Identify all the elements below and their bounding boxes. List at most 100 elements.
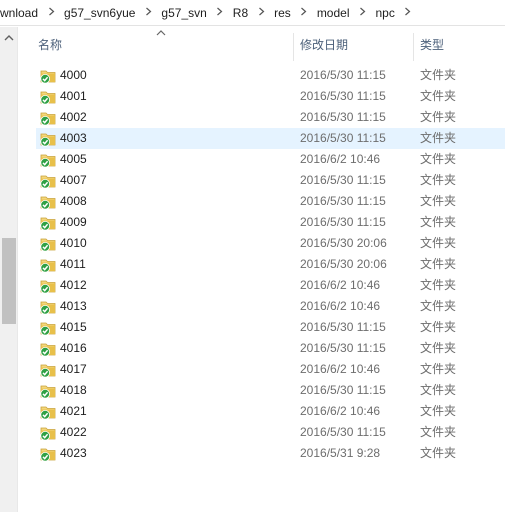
svn-folder-checked-icon xyxy=(40,257,56,273)
item-type: 文件夹 xyxy=(420,425,457,439)
column-header-name[interactable]: 名称 xyxy=(38,27,62,63)
item-name: 4023 xyxy=(60,446,87,460)
item-type: 文件夹 xyxy=(420,110,457,124)
address-bar[interactable]: wnload g57_svn6yue g57_svn R8 res model npc xyxy=(0,0,505,26)
list-item[interactable]: 4018 2016/5/30 11:15 文件夹 xyxy=(36,380,505,401)
item-date: 2016/5/30 11:15 xyxy=(300,425,386,439)
breadcrumb-item[interactable]: res xyxy=(268,0,297,25)
item-name: 4001 xyxy=(60,89,87,103)
chevron-right-icon[interactable] xyxy=(401,0,415,25)
item-name: 4010 xyxy=(60,236,87,250)
svn-folder-checked-icon xyxy=(40,446,56,462)
item-type: 文件夹 xyxy=(420,131,457,145)
column-header: 名称 修改日期 类型 xyxy=(18,27,505,63)
list-item[interactable]: 4022 2016/5/30 11:15 文件夹 xyxy=(36,422,505,443)
file-list: 4000 2016/5/30 11:15 文件夹 4001 2016/5/30 11:1… xyxy=(36,65,505,464)
list-item[interactable]: 4003 2016/5/30 11:15 文件夹 xyxy=(36,128,505,149)
item-date: 2016/5/30 11:15 xyxy=(300,89,386,103)
item-date: 2016/5/30 11:15 xyxy=(300,383,386,397)
column-divider[interactable] xyxy=(413,33,414,61)
item-date: 2016/5/30 11:15 xyxy=(300,131,386,145)
svn-folder-checked-icon xyxy=(40,236,56,252)
item-date: 2016/5/30 11:15 xyxy=(300,341,386,355)
item-type: 文件夹 xyxy=(420,341,457,355)
column-header-type[interactable]: 类型 xyxy=(420,27,444,63)
item-type: 文件夹 xyxy=(420,320,457,334)
item-name: 4018 xyxy=(60,383,87,397)
item-type: 文件夹 xyxy=(420,68,457,82)
item-type: 文件夹 xyxy=(420,362,457,376)
column-header-date[interactable]: 修改日期 xyxy=(300,27,348,63)
item-type: 文件夹 xyxy=(420,446,457,460)
item-name: 4016 xyxy=(60,341,87,355)
item-name: 4012 xyxy=(60,278,87,292)
list-item[interactable]: 4010 2016/5/30 20:06 文件夹 xyxy=(36,233,505,254)
item-name: 4022 xyxy=(60,425,87,439)
svn-folder-checked-icon xyxy=(40,152,56,168)
list-item[interactable]: 4008 2016/5/30 11:15 文件夹 xyxy=(36,191,505,212)
list-item[interactable]: 4013 2016/6/2 10:46 文件夹 xyxy=(36,296,505,317)
breadcrumb-item[interactable]: g57_svn xyxy=(155,0,212,25)
chevron-right-icon[interactable] xyxy=(44,0,58,25)
list-item[interactable]: 4023 2016/5/31 9:28 文件夹 xyxy=(36,443,505,464)
item-name: 4003 xyxy=(60,131,87,145)
breadcrumb-item[interactable]: npc xyxy=(370,0,401,25)
breadcrumb-item[interactable]: g57_svn6yue xyxy=(58,0,141,25)
list-item[interactable]: 4009 2016/5/30 11:15 文件夹 xyxy=(36,212,505,233)
scroll-up-icon[interactable] xyxy=(0,31,18,45)
svn-folder-checked-icon xyxy=(40,89,56,105)
svn-folder-checked-icon xyxy=(40,320,56,336)
item-date: 2016/5/31 9:28 xyxy=(300,446,381,460)
column-divider[interactable] xyxy=(293,33,294,61)
chevron-right-icon[interactable] xyxy=(297,0,311,25)
item-type: 文件夹 xyxy=(420,299,457,313)
svn-folder-checked-icon xyxy=(40,425,56,441)
list-item[interactable]: 4021 2016/6/2 10:46 文件夹 xyxy=(36,401,505,422)
item-date: 2016/6/2 10:46 xyxy=(300,404,381,418)
chevron-right-icon[interactable] xyxy=(356,0,370,25)
svn-folder-checked-icon xyxy=(40,215,56,231)
item-type: 文件夹 xyxy=(420,215,457,229)
vertical-scrollbar[interactable] xyxy=(0,27,18,512)
list-item[interactable]: 4001 2016/5/30 11:15 文件夹 xyxy=(36,86,505,107)
list-item[interactable]: 4012 2016/6/2 10:46 文件夹 xyxy=(36,275,505,296)
item-type: 文件夹 xyxy=(420,383,457,397)
svn-folder-checked-icon xyxy=(40,341,56,357)
item-type: 文件夹 xyxy=(420,404,457,418)
item-date: 2016/6/2 10:46 xyxy=(300,278,381,292)
item-name: 4005 xyxy=(60,152,87,166)
list-item[interactable]: 4005 2016/6/2 10:46 文件夹 xyxy=(36,149,505,170)
item-name: 4021 xyxy=(60,404,87,418)
item-type: 文件夹 xyxy=(420,173,457,187)
svn-folder-checked-icon xyxy=(40,362,56,378)
svn-folder-checked-icon xyxy=(40,131,56,147)
list-item[interactable]: 4015 2016/5/30 11:15 文件夹 xyxy=(36,317,505,338)
svn-folder-checked-icon xyxy=(40,278,56,294)
list-item[interactable]: 4000 2016/5/30 11:15 文件夹 xyxy=(36,65,505,86)
breadcrumb-item[interactable]: model xyxy=(311,0,356,25)
chevron-right-icon[interactable] xyxy=(141,0,155,25)
svn-folder-checked-icon xyxy=(40,383,56,399)
svn-folder-checked-icon xyxy=(40,68,56,84)
item-name: 4007 xyxy=(60,173,87,187)
item-date: 2016/6/2 10:46 xyxy=(300,299,381,313)
list-item[interactable]: 4017 2016/6/2 10:46 文件夹 xyxy=(36,359,505,380)
breadcrumb-item[interactable]: R8 xyxy=(227,0,254,25)
list-item[interactable]: 4016 2016/5/30 11:15 文件夹 xyxy=(36,338,505,359)
item-date: 2016/5/30 11:15 xyxy=(300,110,386,124)
list-item[interactable]: 4007 2016/5/30 11:15 文件夹 xyxy=(36,170,505,191)
item-date: 2016/6/2 10:46 xyxy=(300,362,381,376)
item-type: 文件夹 xyxy=(420,152,457,166)
breadcrumb-item[interactable]: wnload xyxy=(0,0,44,25)
list-item[interactable]: 4011 2016/5/30 20:06 文件夹 xyxy=(36,254,505,275)
chevron-right-icon[interactable] xyxy=(254,0,268,25)
item-name: 4009 xyxy=(60,215,87,229)
item-date: 2016/5/30 11:15 xyxy=(300,173,386,187)
item-date: 2016/5/30 11:15 xyxy=(300,194,386,208)
item-name: 4013 xyxy=(60,299,87,313)
chevron-right-icon[interactable] xyxy=(213,0,227,25)
list-item[interactable]: 4002 2016/5/30 11:15 文件夹 xyxy=(36,107,505,128)
item-type: 文件夹 xyxy=(420,257,457,271)
scrollbar-thumb[interactable] xyxy=(2,238,16,324)
item-date: 2016/5/30 11:15 xyxy=(300,215,386,229)
